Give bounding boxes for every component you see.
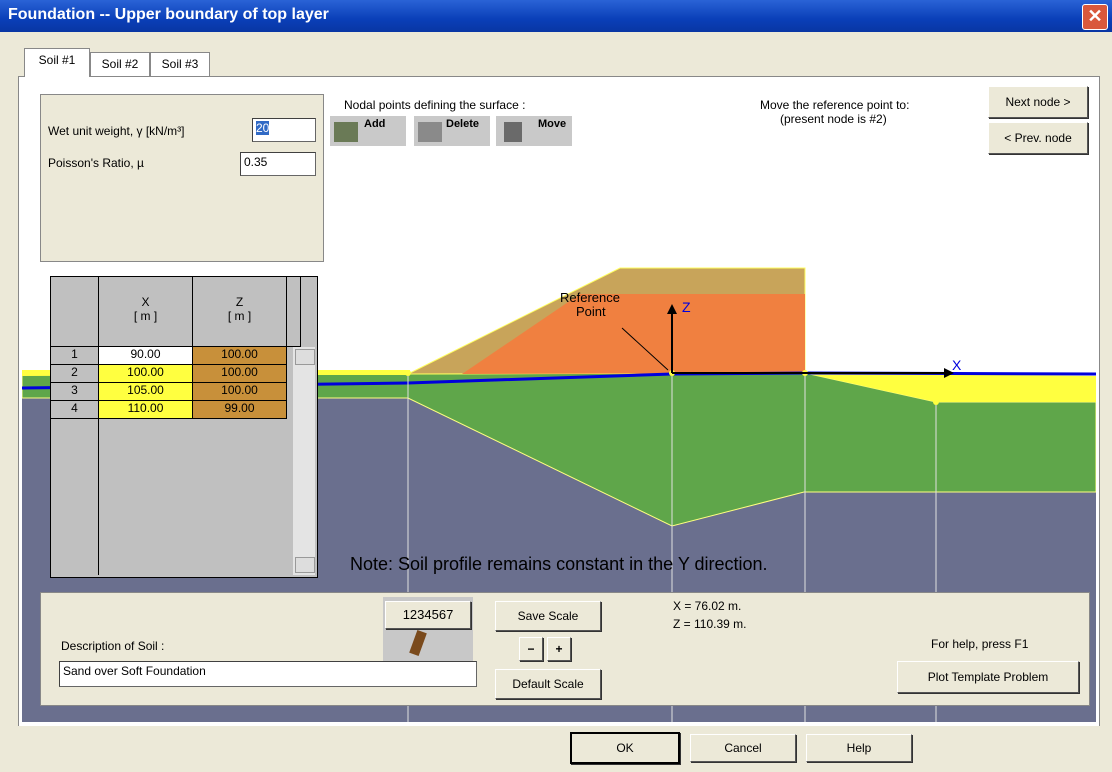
- tab-soil-3[interactable]: Soil #3: [150, 52, 210, 77]
- brush-icon: [409, 630, 427, 656]
- scroll-up-icon[interactable]: [295, 349, 315, 365]
- next-node-button[interactable]: Next node >: [988, 86, 1088, 118]
- table-cell-x[interactable]: 105.00: [99, 383, 193, 401]
- save-scale-button[interactable]: Save Scale: [495, 601, 601, 631]
- default-scale-button[interactable]: Default Scale: [495, 669, 601, 699]
- z-coordinate: Z = 110.39 m.: [673, 617, 747, 631]
- description-label: Description of Soil :: [61, 639, 165, 653]
- delete-icon: [418, 122, 442, 142]
- column-header-z: Z[ m ]: [193, 277, 287, 347]
- node-4: [933, 399, 939, 405]
- cancel-button[interactable]: Cancel: [690, 734, 796, 762]
- description-input[interactable]: Sand over Soft Foundation: [59, 661, 477, 687]
- note-text: Note: Soil profile remains constant in t…: [350, 554, 768, 574]
- nodal-heading: Nodal points defining the surface :: [344, 98, 526, 112]
- table-cell-x[interactable]: 110.00: [99, 401, 193, 419]
- bottom-panel: Description of Soil : Sand over Soft Fou…: [40, 592, 1090, 706]
- column-header-x: X[ m ]: [99, 277, 193, 347]
- poisson-ratio-input[interactable]: 0.35: [240, 152, 316, 176]
- table-cell-x[interactable]: 100.00: [99, 365, 193, 383]
- title-bar: Foundation -- Upper boundary of top laye…: [0, 0, 1112, 32]
- help-hint: For help, press F1: [931, 637, 1029, 651]
- dialog-footer: OK Cancel Help: [0, 726, 1112, 772]
- add-icon: [334, 122, 358, 142]
- table-cell-x[interactable]: 90.00: [99, 347, 193, 365]
- reference-heading: Move the reference point to:: [760, 98, 910, 112]
- table-cell-z[interactable]: 100.00: [193, 383, 287, 401]
- tab-soil-1[interactable]: Soil #1: [24, 48, 90, 77]
- x-coordinate: X = 76.02 m.: [673, 599, 742, 613]
- table-scrollbar[interactable]: [293, 347, 315, 575]
- help-button[interactable]: Help: [806, 734, 912, 762]
- wet-unit-weight-input[interactable]: 20: [252, 118, 316, 142]
- move-icon: [504, 122, 522, 142]
- plot-template-button[interactable]: Plot Template Problem: [897, 661, 1079, 693]
- ok-button[interactable]: OK: [570, 732, 680, 764]
- row-number: 2: [51, 365, 99, 383]
- x-axis-label: X: [952, 357, 962, 373]
- poisson-ratio-label: Poisson's Ratio, µ: [48, 156, 144, 170]
- row-number: 3: [51, 383, 99, 401]
- table-corner: [51, 277, 99, 347]
- present-node-text: (present node is #2): [780, 112, 887, 126]
- ruler-button[interactable]: 1234567: [385, 601, 471, 629]
- reference-label-1: Reference: [560, 290, 620, 305]
- ruler-tool[interactable]: 1234567: [383, 597, 473, 661]
- delete-node-button[interactable]: Delete: [414, 116, 490, 146]
- table-cell-z[interactable]: 100.00: [193, 347, 287, 365]
- window-title: Foundation -- Upper boundary of top laye…: [8, 6, 329, 23]
- move-node-button[interactable]: Move: [496, 116, 572, 146]
- close-button[interactable]: ✕: [1082, 4, 1108, 30]
- row-number: 1: [51, 347, 99, 365]
- node-table[interactable]: X[ m ] Z[ m ] 1 90.00 100.00 2 100.00 10…: [50, 276, 318, 578]
- node-1: [405, 370, 411, 376]
- zoom-out-icon[interactable]: −: [519, 637, 543, 661]
- table-cell-z[interactable]: 99.00: [193, 401, 287, 419]
- row-number: 4: [51, 401, 99, 419]
- scroll-down-icon[interactable]: [295, 557, 315, 573]
- wet-unit-weight-label: Wet unit weight, γ [kN/m³]: [48, 124, 185, 138]
- zoom-in-icon[interactable]: +: [547, 637, 571, 661]
- add-node-button[interactable]: Add: [330, 116, 406, 146]
- prev-node-button[interactable]: < Prev. node: [988, 122, 1088, 154]
- reference-label-2: Point: [576, 304, 606, 319]
- table-cell-z[interactable]: 100.00: [193, 365, 287, 383]
- tab-soil-2[interactable]: Soil #2: [90, 52, 150, 77]
- z-axis-label: Z: [682, 299, 691, 315]
